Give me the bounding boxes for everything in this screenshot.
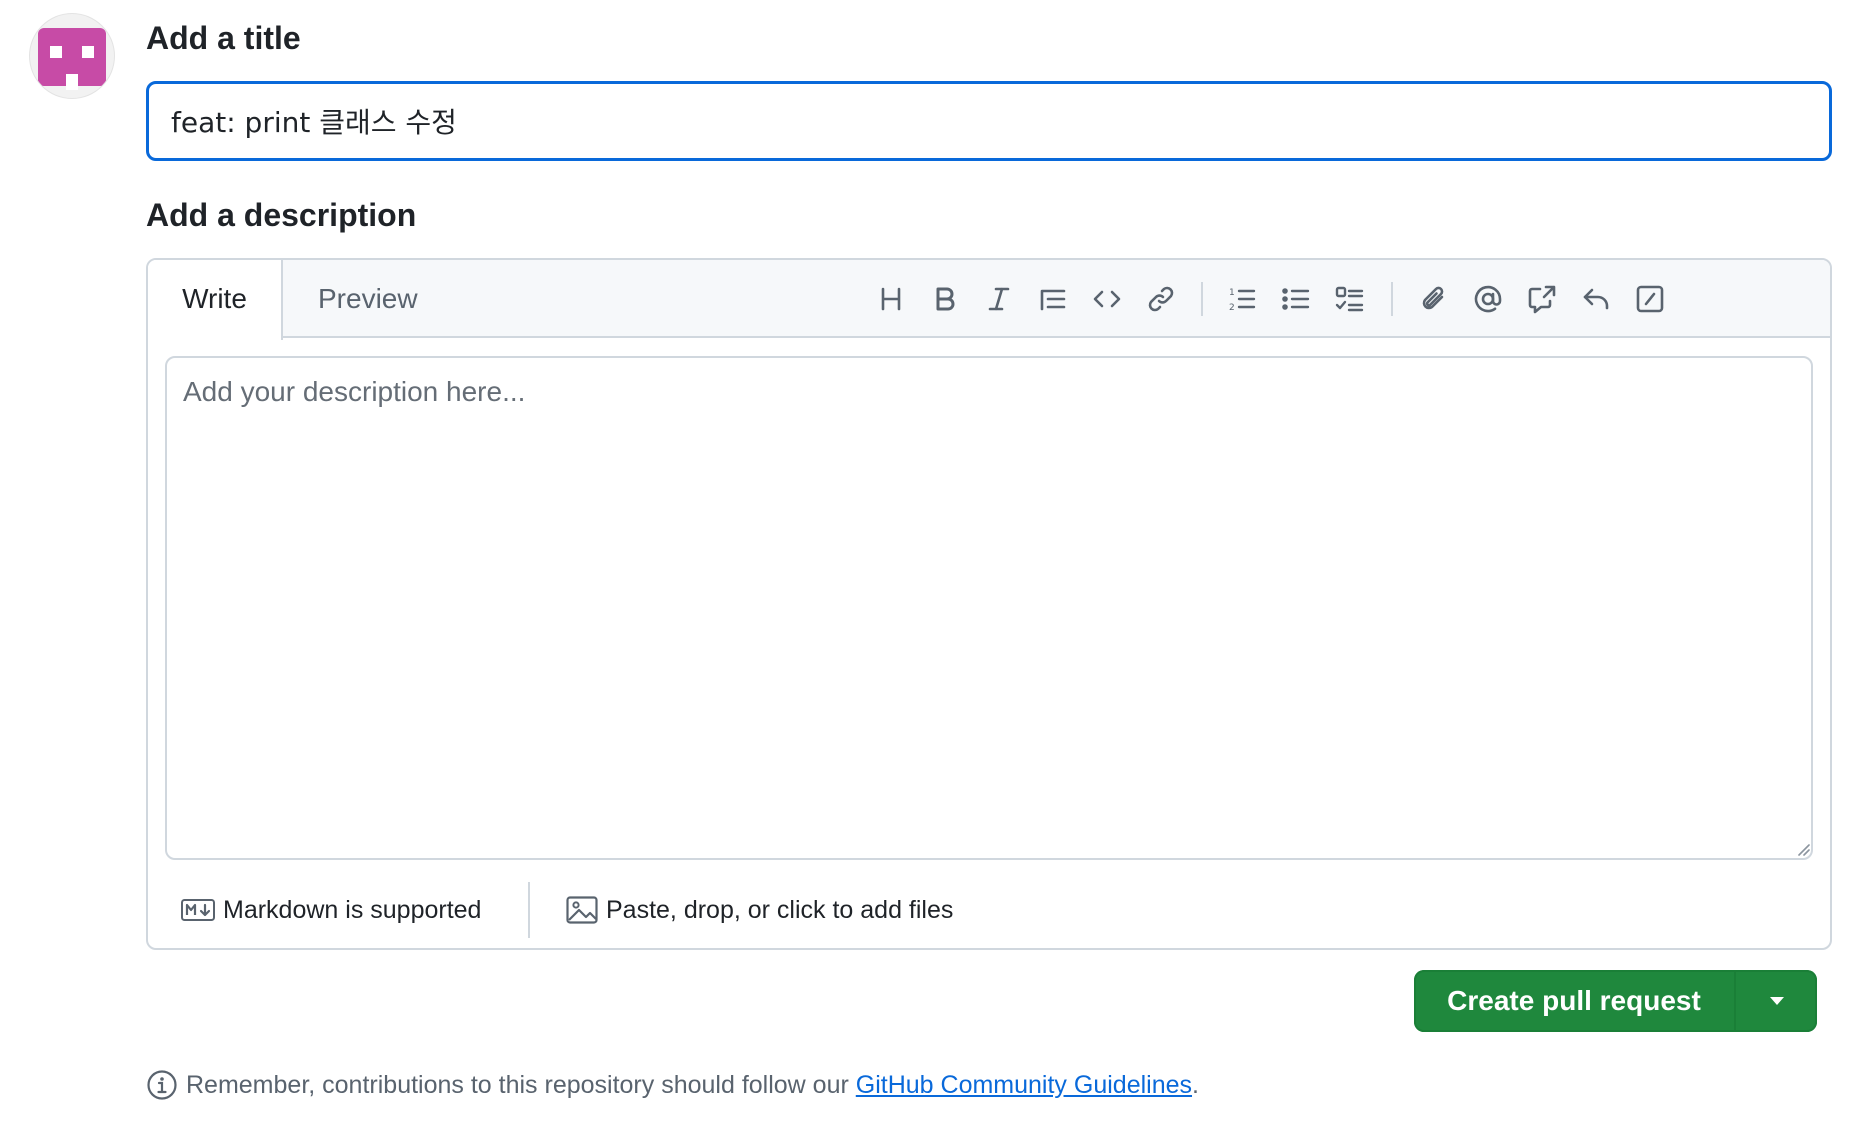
resize-handle-icon[interactable] [1796, 842, 1810, 856]
description-label: Add a description [146, 197, 417, 233]
attach-icon[interactable] [1412, 277, 1456, 321]
tab-preview[interactable]: Preview [318, 260, 418, 338]
code-icon[interactable] [1085, 277, 1129, 321]
community-guidelines-link[interactable]: GitHub Community Guidelines [856, 1071, 1192, 1100]
info-icon [147, 1070, 177, 1100]
markdown-supported-label: Markdown is supported [223, 895, 482, 924]
title-input[interactable] [146, 81, 1832, 161]
mention-icon[interactable] [1466, 277, 1510, 321]
community-guidelines-note: Remember, contributions to this reposito… [146, 1067, 1199, 1103]
avatar-identicon [38, 28, 106, 90]
description-textarea[interactable] [165, 356, 1813, 860]
heading-icon[interactable] [869, 277, 913, 321]
svg-text:1: 1 [1229, 288, 1235, 298]
create-pull-request-button[interactable]: Create pull request [1414, 970, 1736, 1032]
unordered-list-icon[interactable] [1274, 277, 1318, 321]
avatar[interactable] [30, 14, 114, 98]
cross-reference-icon[interactable] [1520, 277, 1564, 321]
create-pull-request-dropdown[interactable] [1736, 970, 1817, 1032]
tab-write[interactable]: Write [148, 260, 283, 340]
editor-header: Write Preview 12 [148, 260, 1830, 340]
toolbar-separator [1391, 282, 1393, 316]
ordered-list-icon[interactable]: 12 [1220, 277, 1264, 321]
guidelines-suffix: . [1192, 1070, 1199, 1099]
reply-icon[interactable] [1574, 277, 1618, 321]
guidelines-text: Remember, contributions to this reposito… [186, 1070, 856, 1099]
bold-icon[interactable] [923, 277, 967, 321]
slash-command-icon[interactable] [1628, 277, 1672, 321]
description-editor: Write Preview 12 Add your description he… [146, 258, 1832, 950]
task-list-icon[interactable] [1328, 277, 1372, 321]
markdown-supported-link[interactable]: Markdown is supported [181, 890, 481, 930]
quote-icon[interactable] [1031, 277, 1075, 321]
attach-files-label: Paste, drop, or click to add files [606, 895, 954, 924]
image-icon [566, 896, 598, 924]
triangle-down-icon [1769, 997, 1784, 1005]
markdown-icon [181, 899, 215, 921]
title-label: Add a title [146, 20, 301, 56]
create-pull-request-group: Create pull request [1414, 970, 1817, 1032]
italic-icon[interactable] [977, 277, 1021, 321]
link-icon[interactable] [1139, 277, 1183, 321]
footer-separator [528, 882, 530, 938]
toolbar-separator [1201, 282, 1203, 316]
editor-footer: Markdown is supported Paste, drop, or cl… [148, 872, 1830, 948]
svg-text:2: 2 [1229, 303, 1235, 313]
attach-files-button[interactable]: Paste, drop, or click to add files [566, 890, 953, 930]
